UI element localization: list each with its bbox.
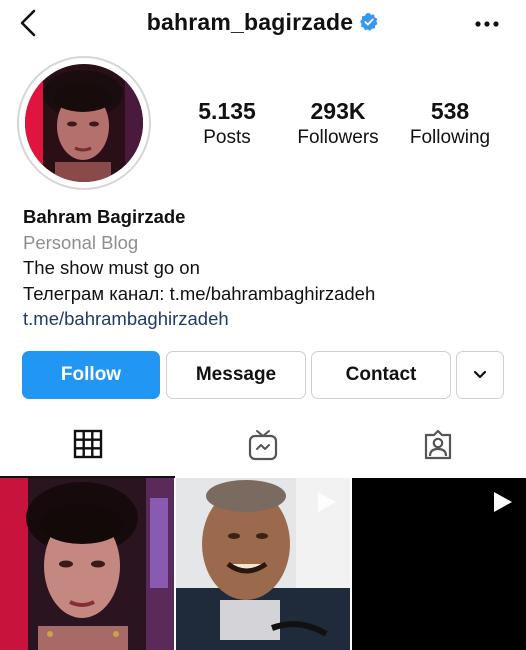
posts-label: Posts <box>203 127 251 148</box>
follow-button[interactable]: Follow <box>22 351 160 399</box>
post-thumbnail[interactable] <box>176 478 350 650</box>
message-button[interactable]: Message <box>166 351 306 399</box>
profile-avatar-ring[interactable] <box>17 56 151 190</box>
grid-icon <box>73 429 102 459</box>
video-play-icon <box>318 492 336 512</box>
post-thumbnail[interactable] <box>352 478 526 650</box>
chevron-down-icon <box>473 370 487 379</box>
profile-bio: Bahram Bagirzade Personal Blog The show … <box>23 204 513 332</box>
profile-username-header: bahram_bagirzade <box>0 9 526 36</box>
top-bar: bahram_bagirzade <box>0 0 526 50</box>
posts-count: 5.135 <box>198 98 256 124</box>
bio-line: Телеграм канал: t.me/bahrambaghirzadeh <box>23 282 376 304</box>
tab-posts-grid[interactable] <box>0 412 175 478</box>
followers-count: 293K <box>310 98 366 124</box>
following-count: 538 <box>430 98 470 124</box>
tab-igtv[interactable] <box>175 412 350 478</box>
tagged-icon <box>424 429 451 460</box>
igtv-icon <box>248 430 277 461</box>
more-options-button[interactable] <box>474 15 500 33</box>
contact-button[interactable]: Contact <box>311 351 451 399</box>
following-label: Following <box>409 127 491 148</box>
profile-link[interactable]: t.me/bahrambaghirzadeh <box>23 306 513 332</box>
more-horizontal-icon <box>475 21 499 27</box>
display-name: Bahram Bagirzade <box>23 206 186 227</box>
followers-stat[interactable]: 293K Followers <box>290 98 386 151</box>
posts-stat[interactable]: 5.135 Posts <box>186 98 268 151</box>
suggested-accounts-button[interactable] <box>456 351 504 399</box>
tab-tagged[interactable] <box>350 412 525 478</box>
avatar <box>25 64 143 182</box>
profile-tabs <box>0 412 526 478</box>
video-play-icon <box>494 492 512 512</box>
profile-category: Personal Blog <box>23 231 139 253</box>
followers-label: Followers <box>297 127 379 148</box>
post-thumbnail[interactable] <box>0 478 174 650</box>
posts-grid <box>0 478 526 650</box>
verified-badge-icon <box>360 12 378 31</box>
following-stat[interactable]: 538 Following <box>402 98 498 151</box>
username: bahram_bagirzade <box>146 9 354 35</box>
bio-line: The show must go on <box>23 257 200 278</box>
